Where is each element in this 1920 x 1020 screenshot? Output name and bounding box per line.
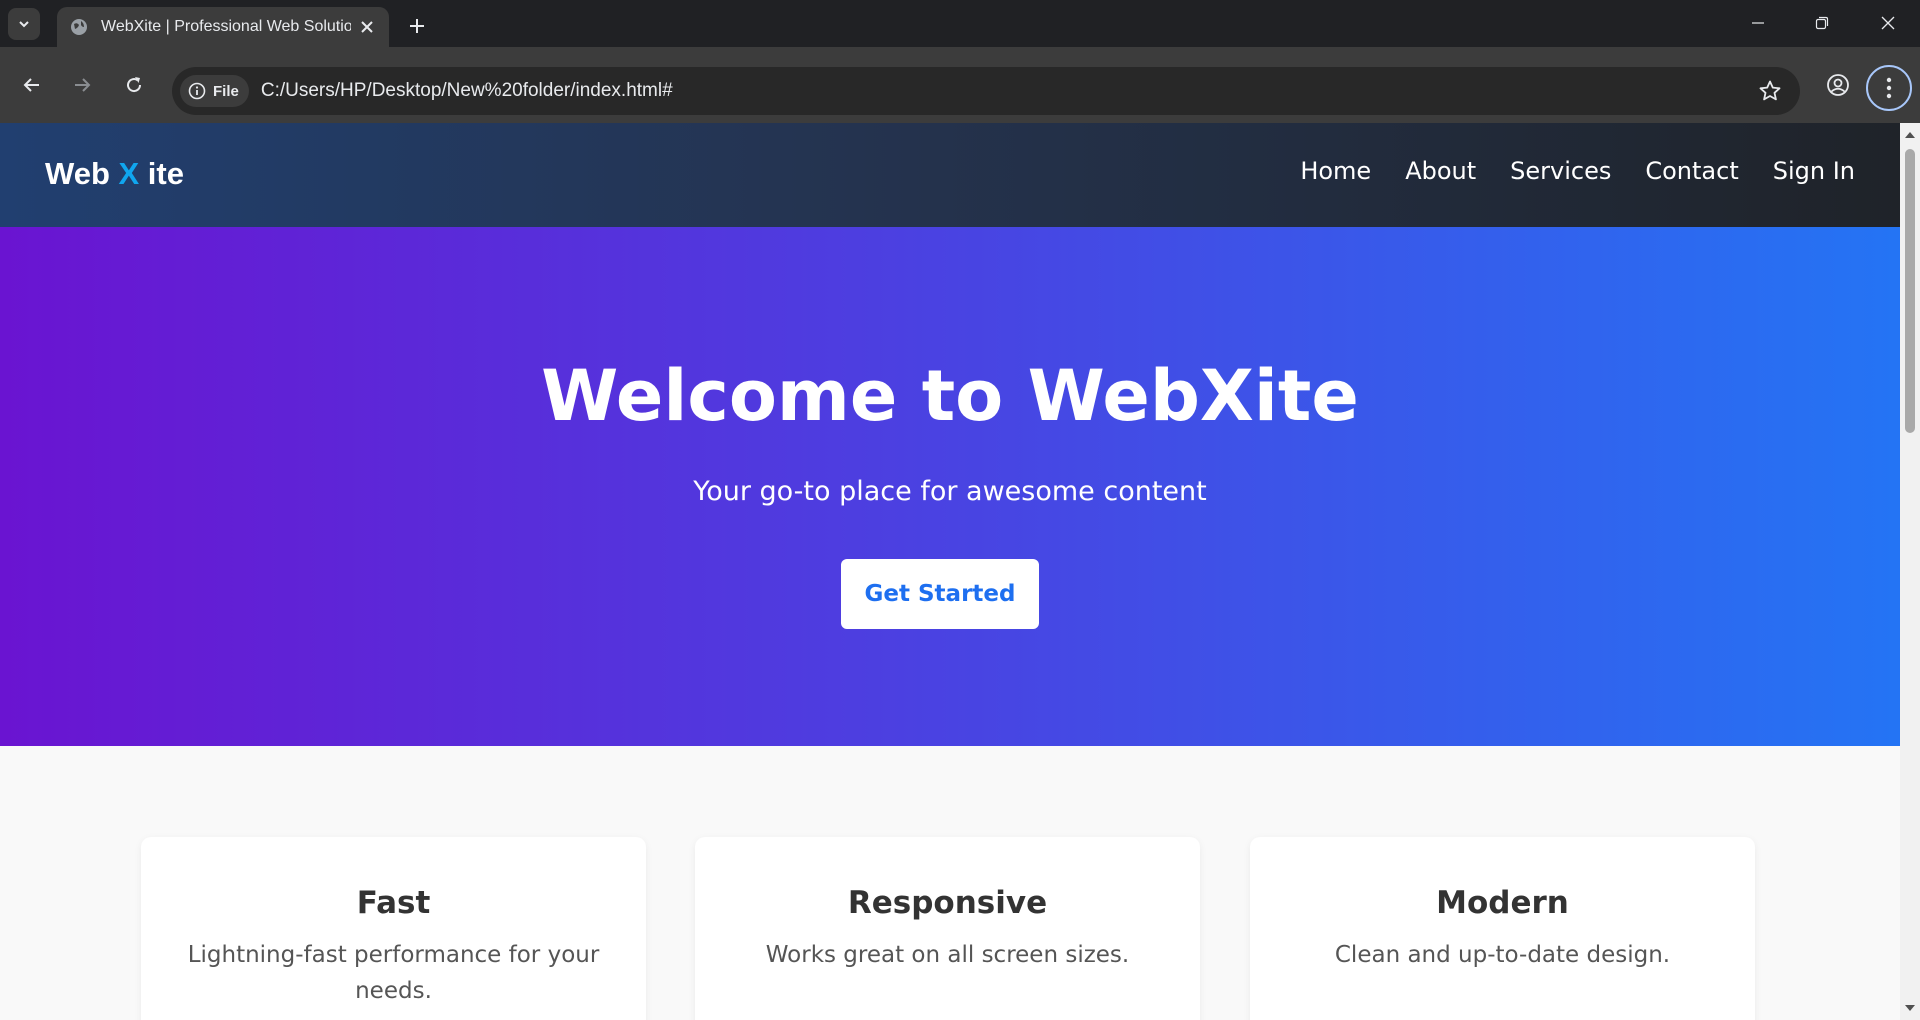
feature-title: Fast [356, 885, 431, 921]
reload-icon [127, 77, 142, 93]
feature-text: Lightning-fast performance for your need… [187, 942, 600, 1004]
feature-title: Responsive [847, 885, 1048, 921]
back-button[interactable] [12, 65, 52, 105]
plus-icon [410, 19, 424, 33]
logo-part-x: X [118, 156, 140, 191]
reload-button[interactable] [114, 65, 154, 105]
new-tab-button[interactable] [404, 13, 430, 39]
window-close-button[interactable] [1868, 9, 1908, 37]
kebab-menu-icon [1886, 77, 1892, 99]
site-info-chip[interactable]: File [180, 75, 249, 107]
hero-title: Welcome to WebXite [541, 355, 1359, 437]
features-section: Fast Lightning-fast performance for your… [0, 746, 1900, 1020]
back-arrow-icon [23, 78, 39, 92]
nav-about[interactable]: About [1405, 157, 1476, 185]
globe-icon [69, 17, 89, 37]
page-scrollbar[interactable] [1900, 123, 1920, 1020]
forward-button[interactable] [62, 65, 102, 105]
minimize-button[interactable] [1738, 9, 1778, 37]
star-icon[interactable] [1758, 79, 1782, 103]
nav-services[interactable]: Services [1510, 157, 1611, 185]
hero-section: Welcome to WebXite Your go-to place for … [0, 227, 1900, 746]
nav-home[interactable]: Home [1300, 157, 1371, 185]
browser-tab[interactable]: WebXite | Professional Web Solutions [57, 7, 389, 47]
tab-search-icon [19, 21, 29, 28]
scroll-down-arrow-icon[interactable] [1904, 1002, 1916, 1014]
logo-part-ite: ite [139, 156, 184, 191]
restore-icon [1815, 16, 1829, 30]
feature-title: Modern [1436, 885, 1569, 921]
feature-card-responsive: Responsive Works great on all screen siz… [695, 837, 1200, 1020]
tab-title: WebXite | Professional Web Solutions [101, 18, 351, 35]
feature-card-modern: Modern Clean and up-to-date design. [1250, 837, 1755, 1020]
minimize-icon [1752, 22, 1764, 24]
browser-tab-bar: WebXite | Professional Web Solutions [0, 0, 1920, 47]
forward-arrow-icon [75, 78, 91, 92]
scroll-thumb[interactable] [1905, 149, 1915, 433]
url-text[interactable]: C:/Users/HP/Desktop/New%20folder/index.h… [261, 80, 673, 102]
info-icon [188, 82, 206, 100]
browser-toolbar: File C:/Users/HP/Desktop/New%20folder/in… [0, 47, 1920, 123]
window-close-icon [1881, 16, 1895, 30]
nav-sign-in[interactable]: Sign In [1773, 157, 1855, 185]
logo-part-web: Web [45, 156, 119, 191]
profile-icon [1827, 74, 1849, 96]
feature-card-fast: Fast Lightning-fast performance for your… [141, 837, 646, 1020]
site-header: Web X ite Home About Services Contact Si… [0, 123, 1900, 227]
feature-text: Clean and up-to-date design. [1334, 942, 1671, 968]
site-logo[interactable]: Web X ite [45, 156, 184, 192]
nav-contact[interactable]: Contact [1645, 157, 1738, 185]
page-viewport: Web X ite Home About Services Contact Si… [0, 123, 1900, 1020]
file-label: File [213, 82, 239, 100]
tab-search-button[interactable] [8, 8, 40, 40]
profile-button[interactable] [1818, 65, 1858, 105]
browser-menu-button[interactable] [1866, 65, 1912, 111]
main-nav: Home About Services Contact Sign In [1300, 157, 1855, 185]
hero-subtitle: Your go-to place for awesome content [693, 476, 1207, 507]
close-icon[interactable] [357, 17, 377, 37]
address-bar[interactable]: File C:/Users/HP/Desktop/New%20folder/in… [172, 67, 1800, 115]
restore-button[interactable] [1802, 9, 1842, 37]
feature-text: Works great on all screen sizes. [765, 942, 1130, 968]
scroll-up-arrow-icon[interactable] [1904, 129, 1916, 141]
get-started-button[interactable]: Get Started [841, 559, 1039, 629]
